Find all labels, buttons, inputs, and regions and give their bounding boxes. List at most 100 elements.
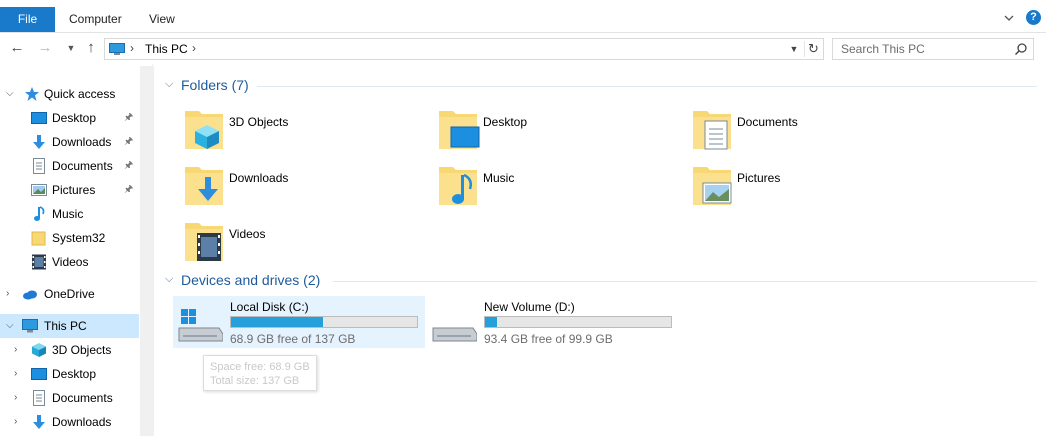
drive-usage-fill: [231, 317, 324, 327]
help-icon[interactable]: ?: [1026, 10, 1041, 25]
sidebar-item-pc-documents[interactable]: › Documents: [0, 386, 140, 410]
address-bar[interactable]: › This PC › ▼ ↻: [104, 38, 824, 60]
sidebar-item-pc-3d-objects[interactable]: › 3D Objects: [0, 338, 140, 362]
drive-usage-fill: [485, 317, 498, 327]
windows-drive-icon: [178, 309, 223, 342]
sidebar-label: Quick access: [44, 87, 116, 101]
3d-objects-cube-icon: [32, 343, 46, 357]
drive-free-space: 68.9 GB free of 137 GB: [230, 332, 356, 346]
sidebar-label: Desktop: [52, 111, 97, 125]
navigation-pane-scrollbar[interactable]: [140, 66, 154, 436]
sidebar-item-pictures[interactable]: Pictures 🖈: [0, 178, 140, 202]
breadcrumb-separator-icon[interactable]: ›: [130, 41, 134, 55]
sidebar-label: Videos: [52, 255, 89, 269]
pin-icon[interactable]: 🖈: [124, 154, 133, 178]
videos-folder-icon: [185, 223, 223, 261]
tooltip-space-free: Space free: 68.9 GB: [210, 361, 310, 373]
search-placeholder: Search This PC: [841, 42, 925, 56]
expanded-chevron-icon[interactable]: ⌵: [6, 82, 16, 106]
3d-objects-folder-icon: [185, 111, 223, 149]
group-divider: [257, 86, 1037, 87]
downloads-icon: [33, 415, 45, 429]
onedrive-cloud-icon: [23, 290, 37, 300]
this-pc-icon: [109, 43, 125, 55]
collapsed-chevron-icon[interactable]: ›: [14, 338, 24, 362]
sidebar-label: 3D Objects: [52, 343, 112, 357]
desktop-folder-icon: [439, 111, 480, 149]
group-divider: [333, 281, 1037, 282]
collapsed-chevron-icon[interactable]: ›: [14, 386, 24, 410]
address-dropdown-chevron-icon[interactable]: ▼: [786, 41, 802, 57]
drive-label: New Volume (D:): [484, 300, 575, 314]
sidebar-item-onedrive[interactable]: › OneDrive: [0, 282, 140, 306]
sidebar-label: Pictures: [52, 183, 96, 197]
folder-tile-documents[interactable]: Documents: [691, 105, 931, 157]
collapsed-chevron-icon[interactable]: ›: [14, 410, 24, 434]
drive-tooltip: Space free: 68.9 GB Total size: 137 GB: [203, 355, 317, 391]
drive-usage-bar: [484, 316, 672, 328]
recent-locations-chevron-icon[interactable]: ▼: [62, 39, 80, 57]
expanded-chevron-icon[interactable]: ⌵: [6, 314, 16, 338]
forward-arrow-icon[interactable]: →: [36, 39, 54, 57]
sidebar-label: Desktop: [52, 367, 97, 381]
pictures-folder-icon: [693, 167, 732, 205]
search-icon[interactable]: [1014, 42, 1028, 56]
sidebar-label: Music: [52, 207, 84, 221]
folder-icon: [31, 231, 46, 246]
documents-folder-icon: [693, 111, 731, 150]
folder-tile-music[interactable]: Music: [437, 161, 677, 213]
folder-tile-desktop[interactable]: Desktop: [437, 105, 677, 157]
pin-icon[interactable]: 🖈: [124, 130, 133, 154]
desktop-icon: [31, 112, 47, 124]
sidebar-item-system32[interactable]: System32: [0, 226, 140, 250]
drive-tile-local-disk-c[interactable]: Local Disk (C:) 68.9 GB free of 137 GB: [173, 296, 425, 348]
tab-file[interactable]: File: [0, 7, 55, 32]
folder-tile-3d-objects[interactable]: 3D Objects: [183, 105, 423, 157]
pin-icon[interactable]: 🖈: [124, 106, 133, 130]
drive-free-space: 93.4 GB free of 99.9 GB: [484, 332, 613, 346]
folder-label: 3D Objects: [229, 115, 289, 129]
folder-tile-videos[interactable]: Videos: [183, 217, 423, 269]
back-arrow-icon[interactable]: ←: [8, 39, 26, 57]
drive-label: Local Disk (C:): [230, 300, 309, 314]
sidebar-label: Documents: [52, 391, 113, 405]
tab-computer[interactable]: Computer: [55, 7, 136, 32]
breadcrumb-separator-icon[interactable]: ›: [192, 41, 196, 55]
folder-label: Videos: [229, 227, 266, 241]
drive-tile-new-volume-d[interactable]: New Volume (D:) 93.4 GB free of 99.9 GB: [427, 296, 679, 348]
music-folder-icon: [439, 167, 477, 205]
folder-tile-pictures[interactable]: Pictures: [691, 161, 931, 213]
tab-view[interactable]: View: [135, 7, 189, 32]
breadcrumb-this-pc[interactable]: This PC: [145, 42, 188, 56]
group-collapse-chevron-icon[interactable]: ⌵: [165, 78, 173, 91]
sidebar-item-this-pc[interactable]: ⌵ This PC: [0, 314, 139, 338]
downloads-folder-icon: [185, 167, 223, 205]
group-title: Folders (7): [181, 77, 249, 93]
ribbon: File Computer View ?: [0, 0, 1046, 33]
sidebar-item-pc-desktop[interactable]: › Desktop: [0, 362, 140, 386]
sidebar-item-videos[interactable]: Videos: [0, 250, 140, 274]
pin-icon[interactable]: 🖈: [124, 178, 133, 202]
sidebar-item-downloads[interactable]: Downloads 🖈: [0, 130, 140, 154]
sidebar-item-quick-access[interactable]: ⌵ Quick access: [0, 82, 140, 106]
sidebar-label: Documents: [52, 159, 113, 173]
search-input[interactable]: Search This PC: [832, 38, 1034, 60]
collapsed-chevron-icon[interactable]: ›: [14, 362, 24, 386]
sidebar-item-music[interactable]: Music: [0, 202, 140, 226]
drive-icon: [432, 327, 477, 342]
drives-group-header[interactable]: ⌵ Devices and drives (2): [163, 271, 343, 291]
sidebar-item-pc-downloads[interactable]: › Downloads: [0, 410, 140, 434]
sidebar-label: OneDrive: [44, 287, 95, 301]
this-pc-icon: [22, 319, 38, 333]
sidebar-item-desktop[interactable]: Desktop 🖈: [0, 106, 140, 130]
sidebar-item-documents[interactable]: Documents 🖈: [0, 154, 140, 178]
expand-ribbon-chevron-icon[interactable]: [1002, 11, 1016, 25]
collapsed-chevron-icon[interactable]: ›: [6, 282, 16, 306]
folder-tile-downloads[interactable]: Downloads: [183, 161, 423, 213]
refresh-icon[interactable]: ↻: [804, 41, 822, 57]
group-collapse-chevron-icon[interactable]: ⌵: [165, 273, 173, 286]
group-title: Devices and drives (2): [181, 272, 321, 288]
address-toolbar: ← → ▼ ↑ › This PC › ▼ ↻ Search This PC: [0, 34, 1046, 64]
up-arrow-icon[interactable]: ↑: [82, 39, 100, 57]
sidebar-label: System32: [52, 231, 106, 245]
